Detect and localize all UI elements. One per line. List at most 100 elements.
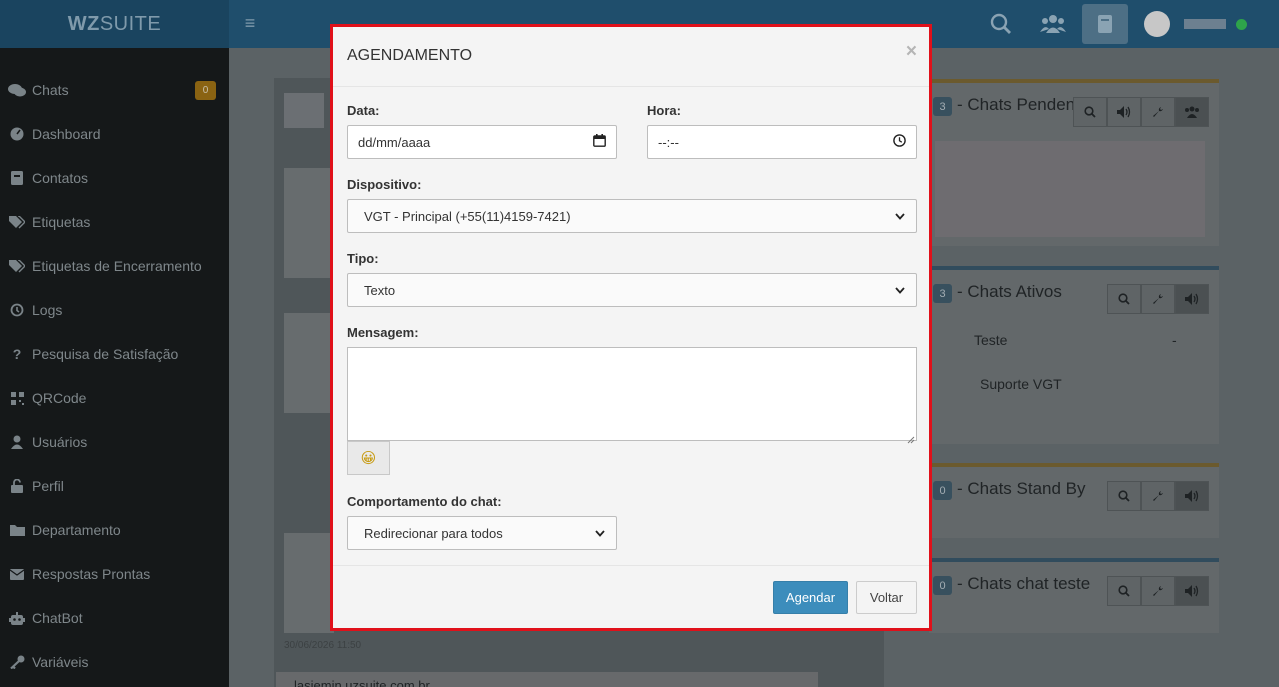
online-status-icon xyxy=(1236,18,1247,30)
emoji-picker-button[interactable]: 😀 xyxy=(347,441,390,475)
sidebar-item-label: Etiquetas de Encerramento xyxy=(32,258,202,274)
pending-panel-title: - Chats Penden xyxy=(957,95,1076,114)
custom-panel-title: - Chats chat teste xyxy=(957,574,1091,593)
wrench-icon[interactable] xyxy=(1141,576,1175,606)
active-chat-name[interactable]: Suporte VGT xyxy=(980,376,1062,392)
folder-icon xyxy=(0,524,32,536)
sidebar-item-dashboard[interactable]: Dashboard xyxy=(0,112,229,156)
chats-count-badge: 0 xyxy=(195,81,216,100)
wrench-icon[interactable] xyxy=(1141,284,1175,314)
device-select-value: VGT - Principal (+55(11)4159-7421) xyxy=(364,208,571,224)
standby-panel-title: - Chats Stand By xyxy=(957,479,1086,498)
chat-message xyxy=(284,313,334,413)
user-avatar[interactable] xyxy=(1144,11,1170,37)
scheduling-modal: AGENDAMENTO × Data: dd/mm/aaaa Hora: --:… xyxy=(330,24,932,631)
type-select[interactable]: Texto xyxy=(347,273,917,307)
modal-title: AGENDAMENTO xyxy=(347,47,473,64)
brand-logo-bold: WZ xyxy=(67,12,100,35)
sidebar-item-variaveis[interactable]: Variáveis xyxy=(0,640,229,684)
robot-icon xyxy=(0,611,32,625)
chat-behavior-select[interactable]: Redirecionar para todos xyxy=(347,516,617,550)
volume-icon[interactable] xyxy=(1175,481,1209,511)
pending-chat-list-redacted xyxy=(935,141,1205,237)
message-timestamp: 30/06/2026 11:50 xyxy=(284,640,362,651)
brand-logo[interactable]: WZ SUITE xyxy=(0,0,229,48)
sidebar-item-label: Chats xyxy=(32,82,69,98)
chat-behavior-value: Redirecionar para todos xyxy=(364,525,503,541)
back-button[interactable]: Voltar xyxy=(856,581,917,614)
custom-count-badge: 0 xyxy=(933,576,952,595)
type-select-value: Texto xyxy=(364,282,396,298)
volume-icon[interactable] xyxy=(1107,97,1141,127)
calendar-icon[interactable] xyxy=(593,134,606,150)
chat-card-bottom: lasiemin uzsuite.com.br xyxy=(276,672,818,687)
date-input[interactable]: dd/mm/aaaa xyxy=(347,125,617,159)
chevron-down-icon xyxy=(894,284,906,296)
sidebar-item-logs[interactable]: Logs xyxy=(0,288,229,332)
schedule-button[interactable]: Agendar xyxy=(773,581,848,614)
sidebar-item-label: Etiquetas xyxy=(32,214,91,230)
time-input[interactable]: --:-- xyxy=(647,125,917,159)
time-placeholder: --:-- xyxy=(658,134,679,150)
sidebar-item-label: ChatBot xyxy=(32,610,83,626)
wrench-icon[interactable] xyxy=(1141,97,1175,127)
close-icon[interactable]: × xyxy=(906,42,917,61)
sidebar: Chats 0 Dashboard Contatos Etiquetas Eti… xyxy=(0,48,229,687)
message-textarea[interactable] xyxy=(347,347,917,444)
book-icon[interactable] xyxy=(1082,4,1128,44)
search-icon[interactable] xyxy=(978,4,1024,44)
active-panel-tools xyxy=(1107,284,1209,314)
chevron-down-icon xyxy=(894,210,906,222)
pending-chats-panel: 3 - Chats Penden xyxy=(929,79,1219,246)
resize-handle-icon[interactable] xyxy=(907,431,915,444)
device-select[interactable]: VGT - Principal (+55(11)4159-7421) xyxy=(347,199,917,233)
sidebar-item-respostas-prontas[interactable]: Respostas Prontas xyxy=(0,552,229,596)
clock-icon[interactable] xyxy=(893,134,906,150)
search-icon[interactable] xyxy=(1107,576,1141,606)
sidebar-item-perfil[interactable]: Perfil xyxy=(0,464,229,508)
user-name-redacted[interactable] xyxy=(1184,19,1226,29)
contact-avatar-redacted xyxy=(284,93,324,128)
question-icon: ? xyxy=(12,346,22,362)
pending-count-badge: 3 xyxy=(933,97,952,116)
emoji-smiley-icon: 😀 xyxy=(360,449,377,467)
custom-chats-panel: 0 - Chats chat teste xyxy=(929,558,1219,633)
chat-message xyxy=(284,533,334,633)
key-icon xyxy=(0,655,32,669)
top-toolbar xyxy=(978,4,1247,44)
chat-behavior-label: Comportamento do chat: xyxy=(347,494,502,509)
sidebar-item-label: Respostas Prontas xyxy=(32,566,151,582)
sidebar-item-etiquetas-encerramento[interactable]: Etiquetas de Encerramento xyxy=(0,244,229,288)
menu-toggle-icon[interactable]: ≡ xyxy=(240,12,260,34)
message-label: Mensagem: xyxy=(347,325,419,340)
volume-icon[interactable] xyxy=(1175,576,1209,606)
sidebar-item-usuarios[interactable]: Usuários xyxy=(0,420,229,464)
search-icon[interactable] xyxy=(1107,481,1141,511)
sidebar-item-departamento[interactable]: Departamento xyxy=(0,508,229,552)
address-book-icon xyxy=(0,171,32,185)
sidebar-item-pesquisa[interactable]: ? Pesquisa de Satisfação xyxy=(0,332,229,376)
search-icon[interactable] xyxy=(1107,284,1141,314)
sidebar-item-label: Dashboard xyxy=(32,126,101,142)
search-icon[interactable] xyxy=(1073,97,1107,127)
sidebar-item-chats[interactable]: Chats 0 xyxy=(0,68,229,112)
users-icon[interactable] xyxy=(1030,4,1076,44)
pending-panel-tools xyxy=(1073,97,1209,127)
sidebar-item-qrcode[interactable]: QRCode xyxy=(0,376,229,420)
active-chat-name[interactable]: Teste xyxy=(974,332,1007,348)
tags-icon xyxy=(0,215,32,229)
chevron-down-icon xyxy=(594,527,606,539)
volume-icon[interactable] xyxy=(1175,284,1209,314)
sidebar-item-chatbot[interactable]: ChatBot xyxy=(0,596,229,640)
history-icon xyxy=(0,303,32,317)
sidebar-item-contatos[interactable]: Contatos xyxy=(0,156,229,200)
standby-count-badge: 0 xyxy=(933,481,952,500)
sidebar-item-label: Departamento xyxy=(32,522,121,538)
wrench-icon[interactable] xyxy=(1141,481,1175,511)
group-icon[interactable] xyxy=(1175,97,1209,127)
sidebar-item-label: QRCode xyxy=(32,390,87,406)
date-label: Data: xyxy=(347,103,380,118)
comments-icon xyxy=(0,83,32,97)
custom-panel-tools xyxy=(1107,576,1209,606)
sidebar-item-etiquetas[interactable]: Etiquetas xyxy=(0,200,229,244)
